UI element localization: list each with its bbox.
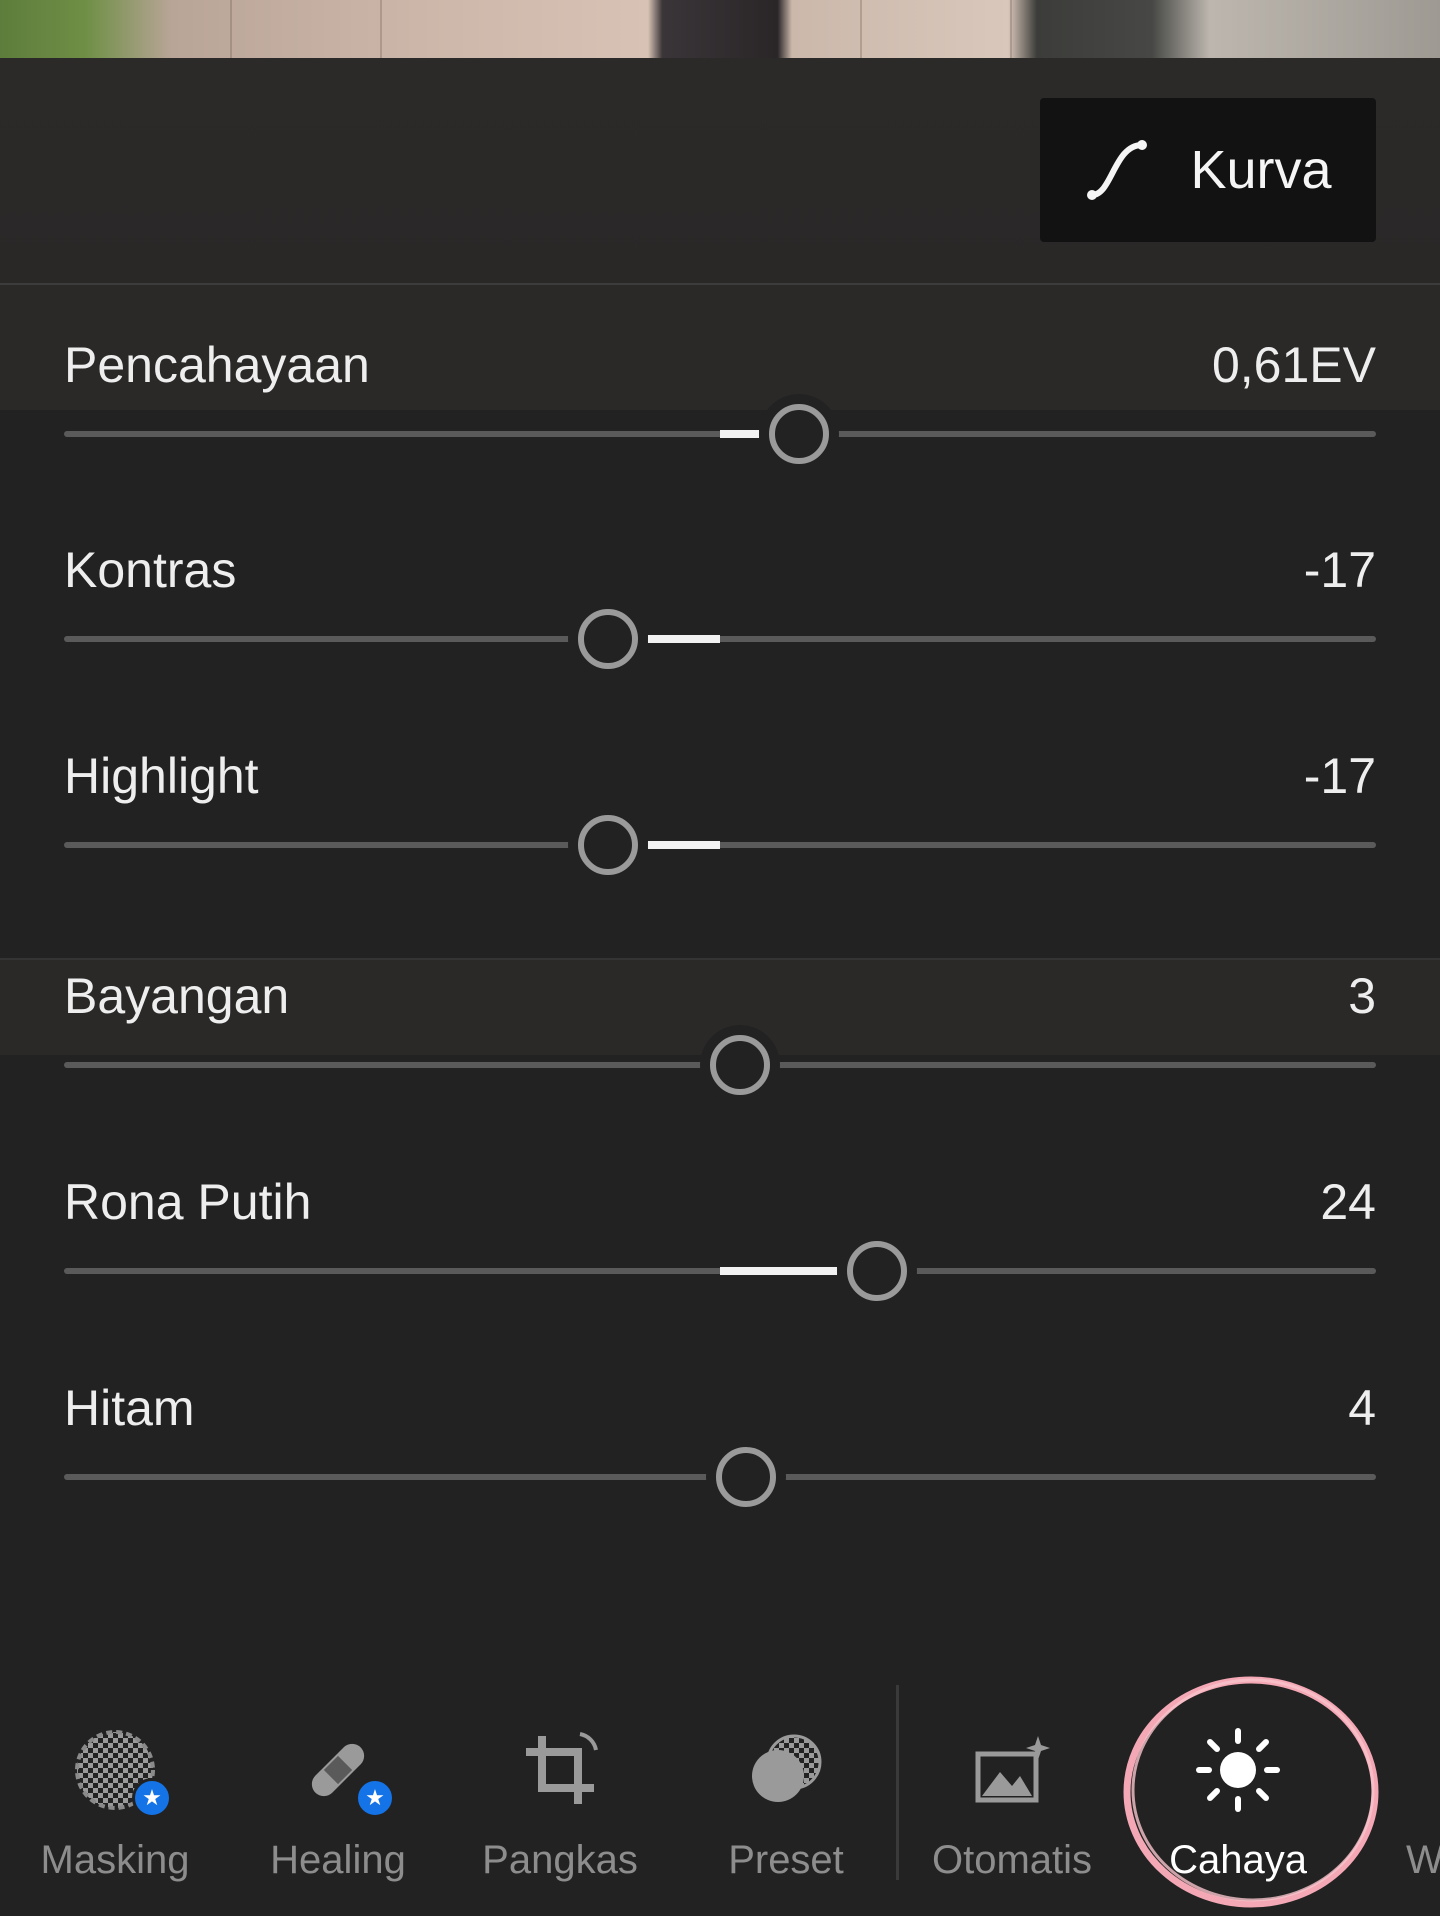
tool-label: Healing	[270, 1838, 406, 1882]
slider-thumb[interactable]	[716, 1447, 777, 1507]
slider-row: Rona Putih 24	[64, 1172, 1376, 1332]
tool-preset[interactable]: Preset	[686, 1720, 886, 1883]
tool-label: Otomatis	[931, 1838, 1093, 1882]
slider-label: Pencahayaan	[64, 337, 370, 393]
slider-label: Hitam	[64, 1380, 195, 1436]
slider-row: Highlight -17	[64, 746, 1376, 906]
slider-fill	[648, 635, 720, 643]
slider-row: Kontras -17	[64, 540, 1376, 700]
slider-label: Bayangan	[64, 968, 290, 1024]
slider-value: 24	[1320, 1174, 1376, 1230]
slider-fill	[720, 1267, 838, 1275]
tool-label: Pangkas	[482, 1838, 638, 1882]
tool-auto[interactable]: Otomatis	[912, 1720, 1112, 1883]
slider-label: Rona Putih	[64, 1174, 312, 1230]
tool-light[interactable]: Cahaya	[1138, 1720, 1338, 1883]
slider-fill	[720, 430, 759, 438]
slider-fill	[648, 841, 720, 849]
auto-image-icon	[975, 1736, 1050, 1803]
photo-preview-strip	[0, 0, 1440, 58]
slider-row: Hitam 4	[64, 1378, 1376, 1538]
slider-row: Bayangan 3	[64, 966, 1376, 1126]
slider-row: Pencahayaan 0,61EV	[64, 335, 1376, 495]
bottom-toolbar: ★ Masking ★ Healing Pangkas Preset Otoma…	[0, 1660, 1440, 1916]
slider-value: 4	[1348, 1380, 1376, 1436]
slider-thumb[interactable]	[578, 609, 639, 669]
slider-value: -17	[1303, 542, 1376, 598]
curve-button-label: Kurva	[1190, 140, 1332, 200]
slider-track[interactable]	[64, 842, 1376, 848]
slider-value: 3	[1348, 968, 1376, 1024]
slider-thumb[interactable]	[847, 1241, 908, 1301]
slider-value: 0,61EV	[1211, 337, 1376, 393]
slider-thumb[interactable]	[709, 1035, 770, 1095]
tool-partial[interactable]: W	[1386, 1720, 1440, 1883]
slider-track[interactable]	[64, 636, 1376, 642]
curve-icon	[1087, 140, 1148, 200]
slider-thumb[interactable]	[578, 815, 639, 875]
tool-label: W	[1406, 1838, 1440, 1882]
toolbar-separator	[896, 1685, 899, 1880]
crop-icon	[526, 1732, 598, 1804]
tool-label: Preset	[728, 1838, 844, 1882]
preset-icon	[752, 1734, 822, 1802]
curve-button[interactable]: Kurva	[1040, 98, 1376, 242]
tool-crop[interactable]: Pangkas	[460, 1720, 660, 1883]
slider-label: Kontras	[64, 542, 237, 598]
slider-value: -17	[1303, 748, 1376, 804]
star-icon: ★	[355, 1778, 395, 1818]
star-icon: ★	[132, 1778, 172, 1818]
sun-icon	[1196, 1728, 1280, 1812]
tool-masking[interactable]: ★ Masking	[15, 1720, 215, 1883]
slider-label: Highlight	[64, 748, 259, 804]
tool-label: Cahaya	[1169, 1838, 1307, 1882]
tool-label: Masking	[40, 1838, 190, 1882]
tool-healing[interactable]: ★ Healing	[238, 1720, 438, 1883]
slider-thumb[interactable]	[768, 404, 829, 464]
